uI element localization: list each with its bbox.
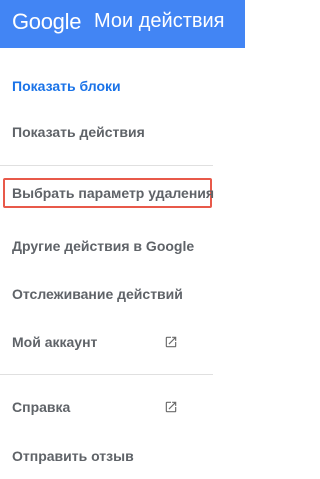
menu-item-send-feedback[interactable]: Отправить отзыв xyxy=(0,436,245,476)
menu-item-my-account[interactable]: Мой аккаунт xyxy=(0,322,245,362)
activity-menu-page: Google Мои действия Показать блоки Показ… xyxy=(0,0,245,479)
menu-divider xyxy=(0,374,213,375)
menu-item-label: Выбрать параметр удаления xyxy=(12,185,215,201)
menu-item-label: Отслеживание действий xyxy=(12,286,183,302)
open-in-new-icon[interactable] xyxy=(164,400,178,414)
menu-item-activity-controls[interactable]: Отслеживание действий xyxy=(0,274,245,314)
google-logo[interactable]: Google xyxy=(12,9,81,35)
menu-item-show-actions[interactable]: Показать действия xyxy=(0,112,245,152)
page-title[interactable]: Мои действия xyxy=(94,10,225,33)
menu-item-show-blocks[interactable]: Показать блоки xyxy=(0,66,245,106)
menu-item-other-google-activity[interactable]: Другие действия в Google xyxy=(0,226,245,266)
menu-item-label: Другие действия в Google xyxy=(12,238,195,254)
menu-item-label: Мой аккаунт xyxy=(12,334,98,350)
menu-item-label: Показать блоки xyxy=(12,78,121,94)
open-in-new-icon[interactable] xyxy=(164,335,178,349)
app-header: Google Мои действия xyxy=(0,0,245,48)
menu-item-label: Справка xyxy=(12,399,71,415)
menu-item-label: Отправить отзыв xyxy=(12,448,134,464)
menu-item-help[interactable]: Справка xyxy=(0,387,245,427)
menu-item-choose-delete-option[interactable]: Выбрать параметр удаления xyxy=(0,178,245,208)
menu-divider xyxy=(0,165,213,166)
menu-item-label: Показать действия xyxy=(12,124,145,140)
